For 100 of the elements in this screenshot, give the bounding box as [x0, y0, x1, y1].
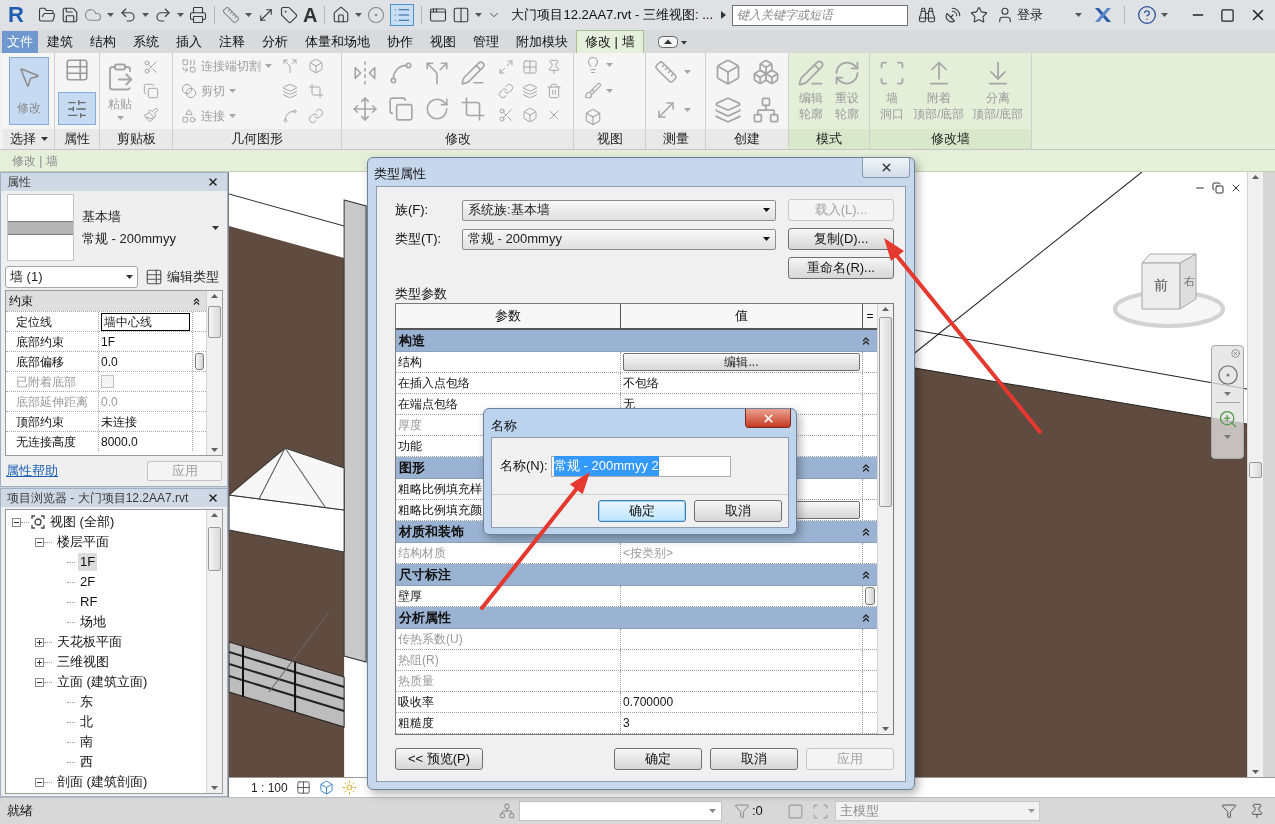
- copy-icon[interactable]: [143, 83, 159, 99]
- dimension-icon[interactable]: [257, 6, 275, 24]
- group-header[interactable]: 构造: [396, 330, 877, 352]
- scroll-down-icon[interactable]: [211, 448, 218, 452]
- close-icon[interactable]: [207, 492, 219, 504]
- tree-item[interactable]: 2F: [78, 573, 98, 591]
- dialog-button[interactable]: 确定: [598, 500, 686, 522]
- sign-in-button[interactable]: 登录: [996, 5, 1043, 25]
- dialog-button[interactable]: 重命名(R)...: [788, 257, 894, 279]
- brush-icon[interactable]: [584, 82, 602, 100]
- scrollbar-thumb[interactable]: [1249, 462, 1262, 478]
- edit-button[interactable]: 编辑...: [623, 353, 860, 371]
- binoculars-icon[interactable]: [918, 6, 936, 24]
- paintbrush-icon[interactable]: [143, 107, 159, 123]
- tree-item[interactable]: 南: [78, 733, 95, 751]
- ribbon-tab[interactable]: 管理: [464, 31, 507, 53]
- ribbon-tab[interactable]: 注释: [210, 31, 253, 53]
- star-icon[interactable]: [970, 6, 988, 24]
- zoom-icon[interactable]: [1217, 409, 1238, 429]
- search-field[interactable]: 键入关键字或短语: [732, 4, 908, 26]
- scrollbar-thumb[interactable]: [208, 306, 221, 338]
- expand-icon[interactable]: [721, 11, 726, 19]
- caret-icon[interactable]: [763, 208, 770, 212]
- tree-item[interactable]: 三维视图: [55, 653, 111, 671]
- collapse-icon[interactable]: [191, 295, 202, 307]
- scrollbar[interactable]: [206, 291, 222, 455]
- tree-item[interactable]: 天花板平面: [55, 633, 124, 651]
- ribbon-tab[interactable]: 建筑: [38, 31, 81, 53]
- pencil-icon[interactable]: [460, 60, 486, 86]
- satellite-dish-icon[interactable]: [944, 6, 962, 24]
- boxes-icon[interactable]: [752, 58, 780, 86]
- scroll-down-icon[interactable]: [1252, 770, 1259, 774]
- instance-dropdown[interactable]: 墙 (1): [5, 266, 138, 288]
- box-icon[interactable]: [318, 780, 334, 795]
- help-link[interactable]: 属性帮助: [6, 461, 58, 481]
- save-icon[interactable]: [61, 6, 79, 24]
- dialog-button[interactable]: 复制(D)...: [788, 228, 894, 250]
- spline-icon[interactable]: [282, 108, 298, 124]
- dialog-button[interactable]: 取消: [694, 500, 782, 522]
- thin-lines-button[interactable]: [390, 4, 415, 26]
- network-icon[interactable]: [499, 803, 515, 819]
- undo-icon[interactable]: [119, 6, 137, 24]
- text-tool[interactable]: A: [303, 4, 318, 26]
- filter-icon[interactable]: [1221, 803, 1237, 819]
- dialog-button[interactable]: << 预览(P): [395, 748, 483, 770]
- ribbon-tab[interactable]: 视图: [421, 31, 464, 53]
- tree-item[interactable]: 1F: [78, 553, 98, 571]
- scrollbar[interactable]: [206, 510, 222, 793]
- collapse-icon[interactable]: [12, 517, 21, 527]
- wheel-icon[interactable]: [1216, 364, 1239, 386]
- delete-icon[interactable]: [546, 83, 562, 99]
- ruler-icon[interactable]: [654, 60, 678, 84]
- ribbon-tab[interactable]: 分析: [253, 31, 296, 53]
- ribbon-toggle-icon[interactable]: [657, 36, 688, 48]
- collapse-icon[interactable]: [35, 537, 44, 547]
- close-button[interactable]: [745, 409, 791, 428]
- tree-item[interactable]: 场地: [78, 613, 108, 631]
- expand-icon[interactable]: [35, 637, 44, 647]
- close-icon[interactable]: [207, 176, 219, 188]
- box-icon[interactable]: [308, 58, 324, 74]
- app-logo[interactable]: R: [8, 3, 26, 27]
- tree-item[interactable]: 东: [78, 693, 95, 711]
- link-icon[interactable]: [498, 83, 514, 99]
- expand-icon[interactable]: [35, 657, 44, 667]
- box-icon[interactable]: [522, 107, 538, 123]
- crop-icon[interactable]: [460, 96, 486, 122]
- split-icon[interactable]: [282, 58, 298, 74]
- scan-icon[interactable]: [811, 802, 829, 820]
- ribbon-tab[interactable]: 协作: [378, 31, 421, 53]
- ribbon-tab[interactable]: 修改 | 墙: [576, 30, 644, 53]
- sun-icon[interactable]: [341, 780, 357, 795]
- collapse-icon[interactable]: [35, 677, 44, 687]
- properties-button[interactable]: [58, 92, 96, 125]
- caret-icon[interactable]: [40, 137, 48, 141]
- group-header[interactable]: 分析属性: [396, 607, 877, 629]
- dialog-button[interactable]: 确定: [614, 748, 702, 770]
- box-icon[interactable]: [714, 58, 742, 86]
- split-icon[interactable]: [424, 60, 450, 86]
- tree-item[interactable]: 楼层平面: [55, 533, 111, 551]
- type-dropdown[interactable]: 常规 - 200mmyy: [462, 228, 776, 250]
- pin-icon[interactable]: [1249, 803, 1265, 819]
- value-field[interactable]: 墙中心线: [101, 312, 190, 331]
- copy-icon[interactable]: [388, 96, 414, 122]
- box-icon[interactable]: [584, 108, 602, 126]
- caret-icon[interactable]: [763, 237, 770, 241]
- view-scale[interactable]: 1 : 100: [251, 778, 288, 797]
- ribbon-tab[interactable]: 附加模块: [507, 31, 576, 53]
- close-icon[interactable]: [1230, 182, 1242, 194]
- scroll-up-icon[interactable]: [211, 294, 218, 298]
- scrollbar[interactable]: [1247, 172, 1263, 777]
- workset-dropdown[interactable]: [519, 801, 722, 821]
- ribbon-tab[interactable]: 体量和场地: [296, 31, 378, 53]
- print-icon[interactable]: [189, 6, 207, 24]
- redo-icon[interactable]: [154, 6, 172, 24]
- cross-logo-icon[interactable]: [1094, 7, 1112, 23]
- group-header[interactable]: 尺寸标注: [396, 564, 877, 586]
- move-icon[interactable]: [352, 96, 378, 122]
- circle-dot-icon[interactable]: [367, 6, 386, 24]
- scroll-up-icon[interactable]: [1252, 175, 1259, 179]
- pin-icon[interactable]: [546, 59, 562, 75]
